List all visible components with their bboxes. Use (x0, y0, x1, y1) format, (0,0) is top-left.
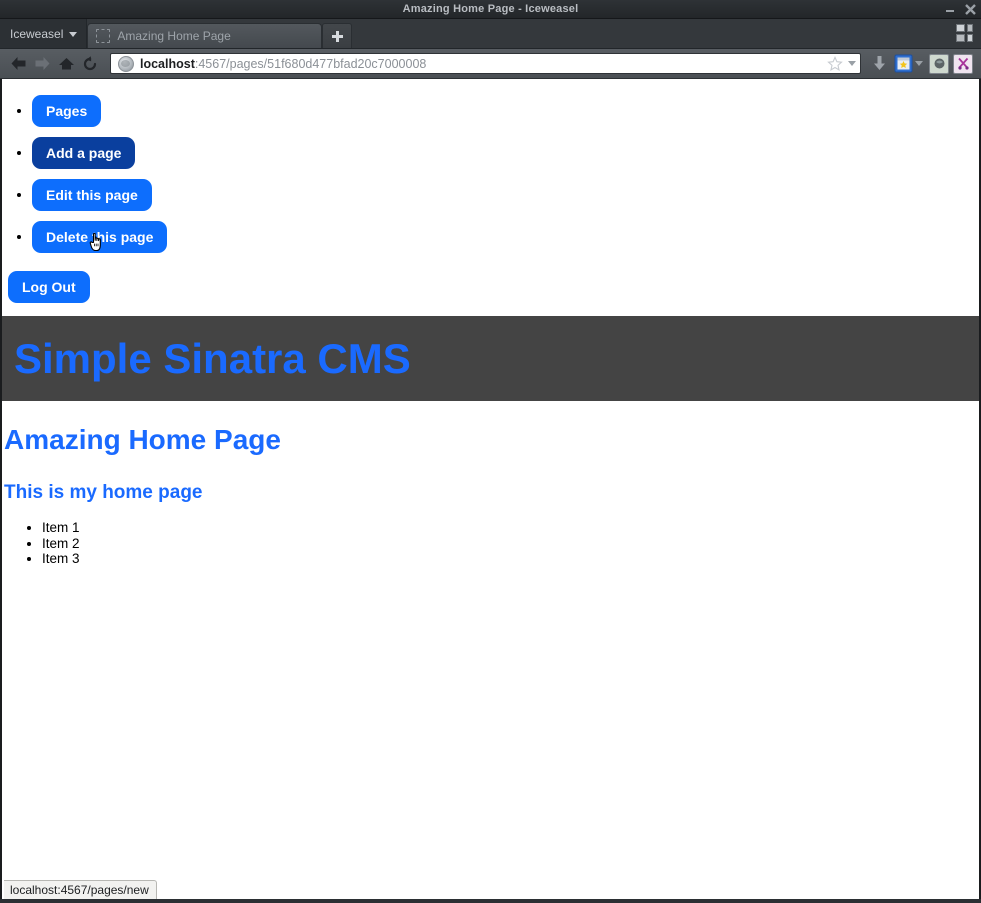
delete-this-page-button[interactable]: Delete this page (32, 221, 168, 253)
navigation-toolbar: localhost:4567/pages/51f680d477bfad20c70… (0, 49, 981, 79)
bookmarks-icon[interactable] (891, 52, 915, 76)
reload-button[interactable] (78, 52, 102, 76)
list-item: Pages (32, 95, 979, 127)
favicon-placeholder-icon (96, 29, 111, 43)
url-bar[interactable]: localhost:4567/pages/51f680d477bfad20c70… (110, 53, 861, 74)
site-title: Simple Sinatra CMS (14, 335, 411, 382)
extension-two-icon[interactable] (951, 52, 975, 76)
close-icon[interactable] (965, 3, 976, 15)
page-title: Amazing Home Page (4, 424, 281, 455)
status-link-target: localhost:4567/pages/new (10, 883, 149, 897)
tab-bar: Iceweasel Amazing Home Page (0, 19, 981, 49)
list-item: Item 1 (42, 520, 979, 536)
title-bar: Amazing Home Page - Iceweasel (0, 0, 981, 19)
page-content: Amazing Home Page This is my home page I… (2, 424, 979, 567)
app-menu-label: Iceweasel (10, 26, 64, 41)
list-item: Delete this page (32, 221, 979, 253)
tab-groups-cell (967, 34, 973, 42)
url-host: localhost (140, 56, 195, 71)
status-bar: localhost:4567/pages/new (4, 880, 157, 899)
minimize-icon[interactable] (945, 4, 956, 15)
site-header: Simple Sinatra CMS (2, 316, 979, 401)
logout-container: Log Out (2, 263, 979, 303)
downloads-icon[interactable] (867, 52, 891, 76)
window-title: Amazing Home Page - Iceweasel (402, 3, 579, 15)
extension-one-icon[interactable] (927, 52, 951, 76)
tab-amazing-home-page[interactable]: Amazing Home Page (87, 23, 323, 48)
tab-groups-cell (967, 24, 973, 32)
admin-nav-list: Pages Add a page Edit this page Delete t… (2, 95, 979, 253)
tab-groups-icon[interactable] (956, 24, 975, 43)
list-item: Edit this page (32, 179, 979, 211)
page-viewport: Pages Add a page Edit this page Delete t… (0, 79, 981, 899)
log-out-button[interactable]: Log Out (8, 271, 90, 303)
home-button[interactable] (54, 52, 78, 76)
window-bottom-edge (0, 899, 981, 903)
back-button[interactable] (6, 52, 30, 76)
url-text: localhost:4567/pages/51f680d477bfad20c70… (140, 57, 426, 71)
add-a-page-button[interactable]: Add a page (32, 137, 136, 169)
plus-icon (331, 30, 343, 42)
content-list: Item 1 Item 2 Item 3 (4, 520, 979, 567)
list-item: Item 3 (42, 551, 979, 567)
chevron-down-icon[interactable] (915, 61, 923, 66)
app-menu-button[interactable]: Iceweasel (0, 19, 88, 48)
globe-icon (118, 55, 134, 72)
tab-label: Amazing Home Page (117, 29, 231, 43)
star-icon[interactable] (827, 55, 843, 72)
forward-button[interactable] (30, 52, 54, 76)
list-item: Add a page (32, 137, 979, 169)
window-controls (945, 0, 976, 18)
browser-window: Amazing Home Page - Iceweasel Iceweasel … (0, 0, 981, 903)
tab-groups-cell (956, 24, 965, 32)
pages-button[interactable]: Pages (32, 95, 102, 127)
chevron-down-icon (69, 32, 78, 37)
url-bar-actions (827, 54, 856, 73)
edit-this-page-button[interactable]: Edit this page (32, 179, 152, 211)
list-item: Item 2 (42, 536, 979, 552)
chevron-down-icon[interactable] (848, 61, 856, 66)
tab-groups-cell (956, 34, 965, 42)
page-subheading: This is my home page (4, 482, 203, 503)
url-path: :4567/pages/51f680d477bfad20c7000008 (194, 56, 427, 71)
new-tab-button[interactable] (322, 23, 353, 48)
